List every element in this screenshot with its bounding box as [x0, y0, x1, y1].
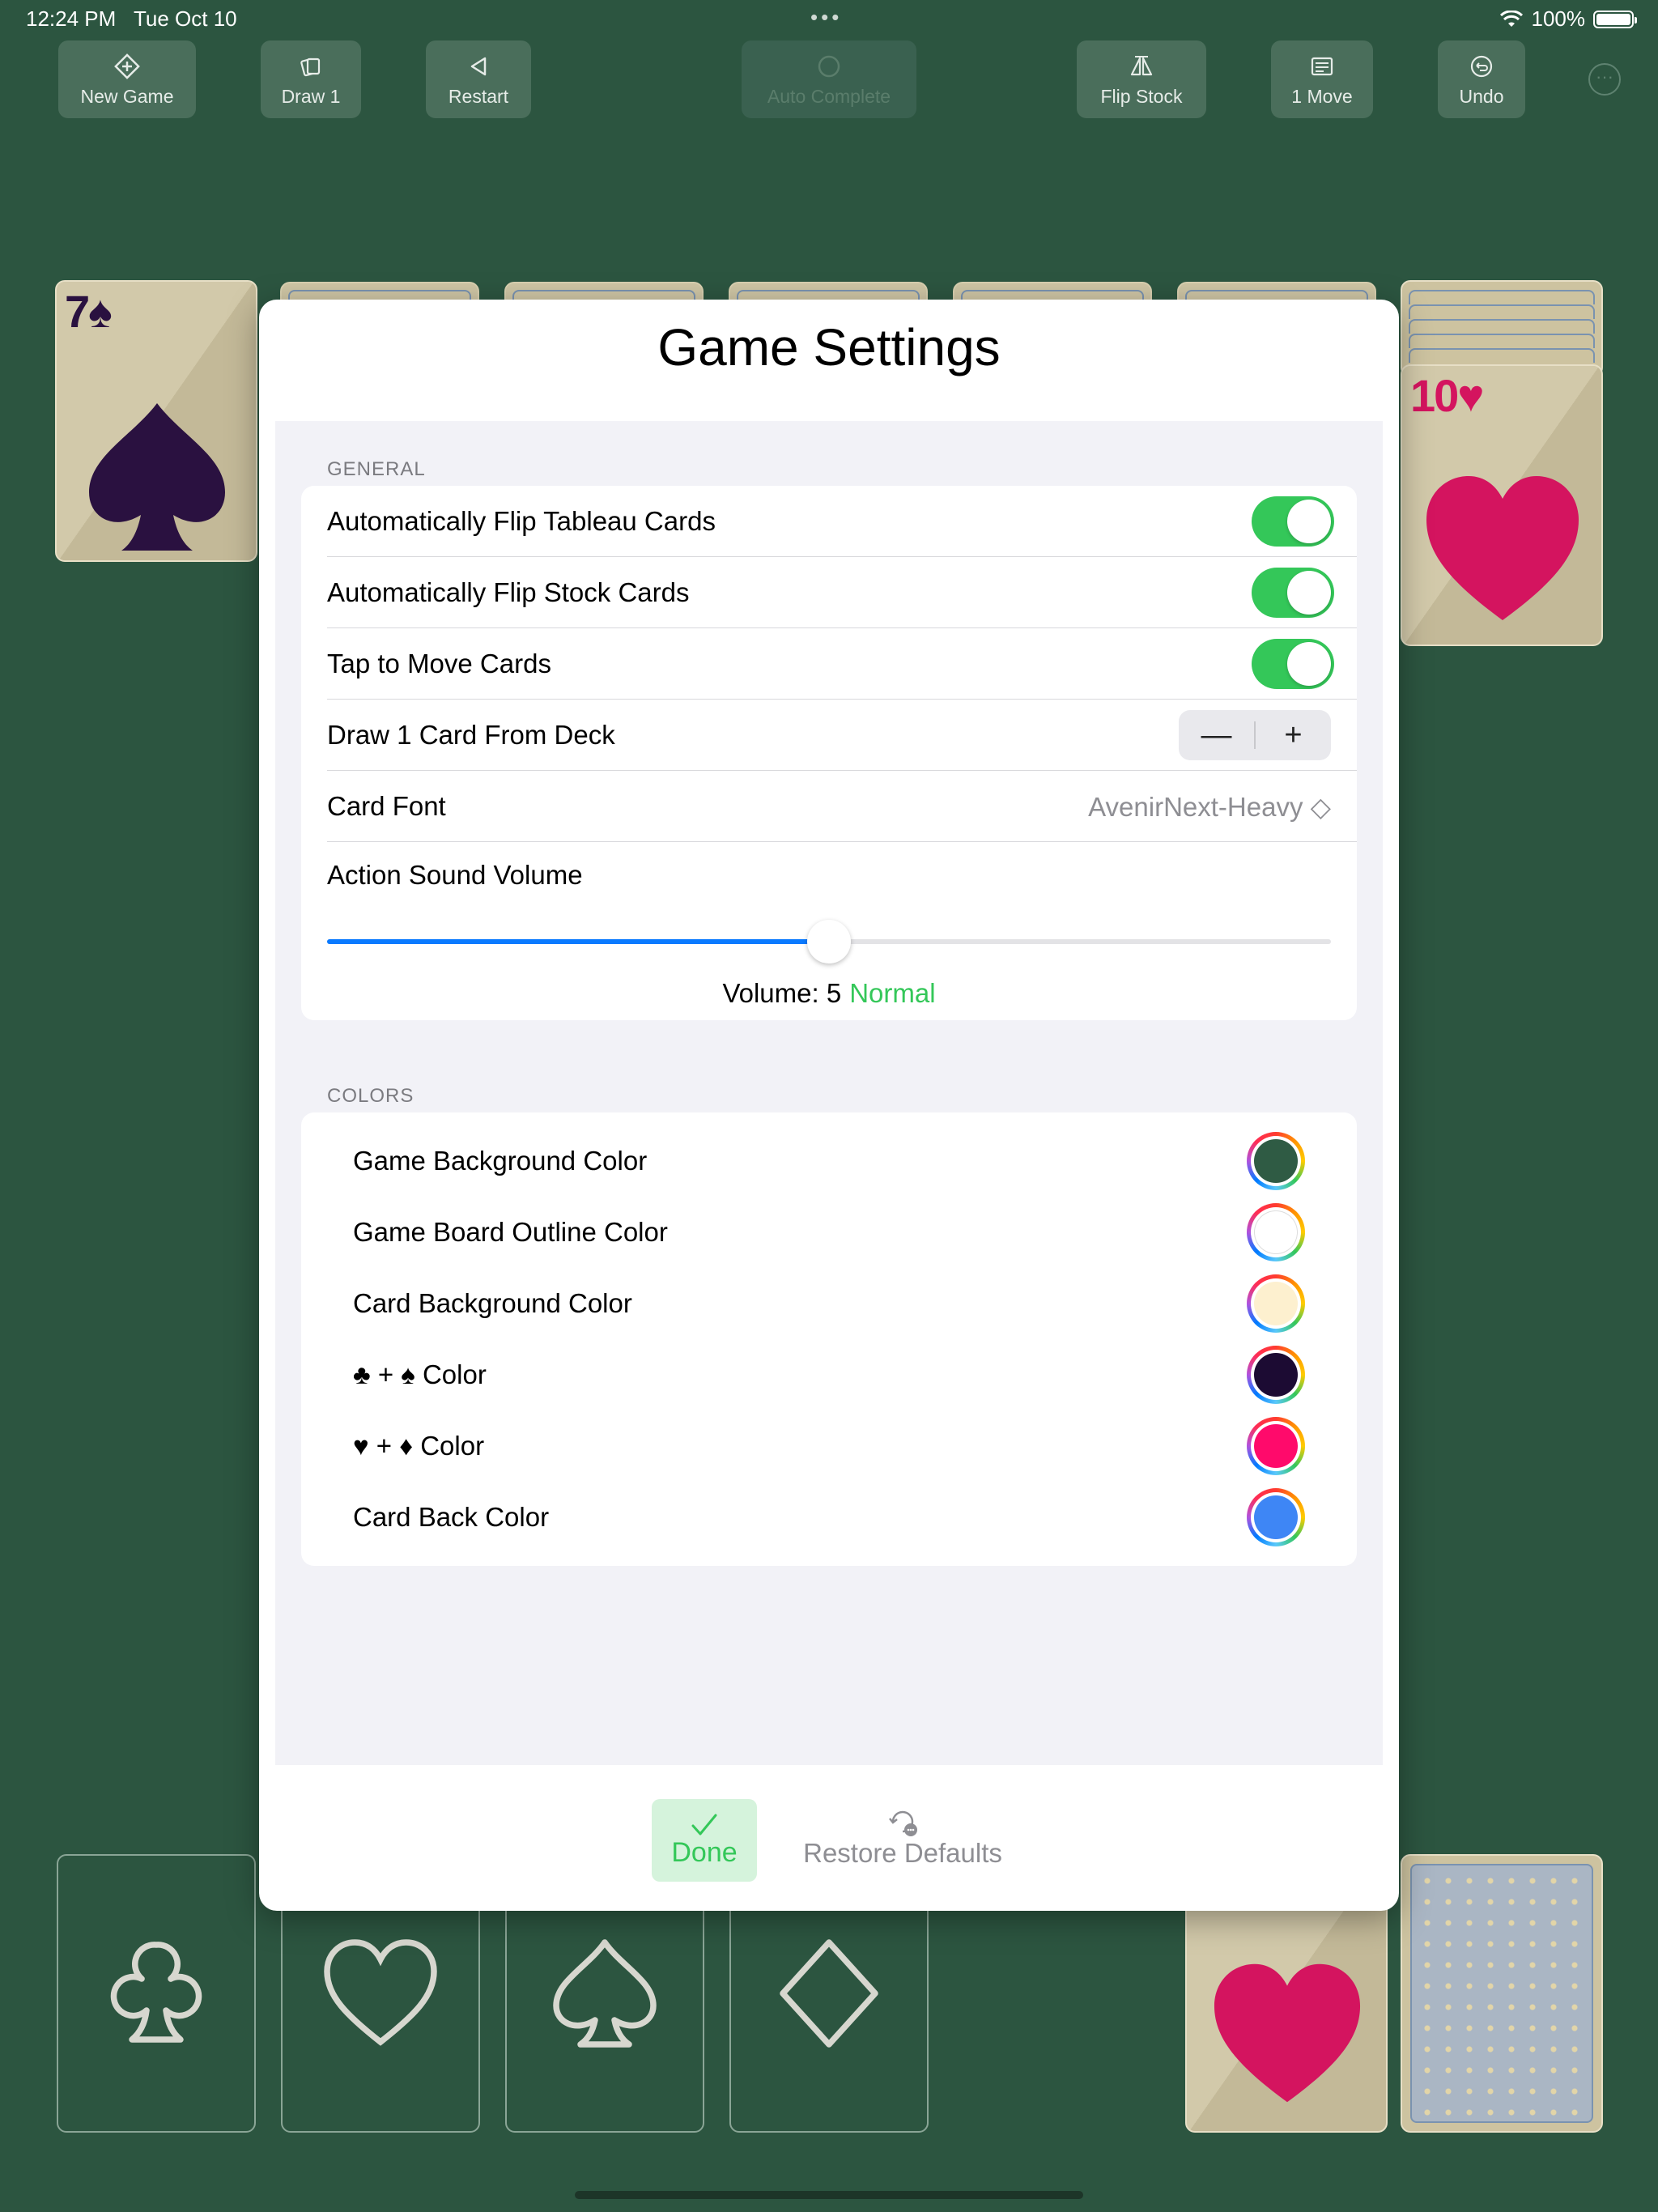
- multitasking-dots[interactable]: •••: [810, 5, 842, 30]
- card-font-label: Card Font: [327, 791, 446, 821]
- tap-to-move-row: Tap to Move Cards: [301, 628, 1357, 700]
- restart-button[interactable]: Restart: [426, 40, 531, 118]
- volume-value: Volume: 5: [722, 978, 842, 1008]
- auto-complete-icon: [818, 55, 840, 77]
- stock-pile[interactable]: [1401, 1854, 1603, 2133]
- tableau-top-card[interactable]: 10♥: [1401, 364, 1603, 646]
- tableau-pile-6[interactable]: 10♥: [1401, 280, 1603, 646]
- auto-flip-tableau-row: Automatically Flip Tableau Cards: [301, 486, 1357, 557]
- modal-title: Game Settings: [657, 318, 1001, 376]
- general-group: Automatically Flip Tableau Cards Automat…: [301, 486, 1357, 1020]
- volume-label: Action Sound Volume: [327, 860, 583, 890]
- flip-stock-button[interactable]: Flip Stock: [1077, 40, 1206, 118]
- settings-list: GENERAL Automatically Flip Tableau Cards…: [275, 421, 1383, 1765]
- status-right: 100%: [1499, 6, 1637, 32]
- auto-flip-tableau-label: Automatically Flip Tableau Cards: [327, 506, 716, 536]
- heart-icon: [1426, 476, 1579, 620]
- volume-slider[interactable]: [327, 920, 1331, 963]
- volume-readout: Volume: 5 Normal: [301, 978, 1357, 1009]
- restore-defaults-button[interactable]: Restore Defaults: [797, 1807, 1008, 1869]
- volume-slider-fill: [327, 939, 829, 944]
- checkmark-icon: [691, 1814, 717, 1835]
- more-options-button[interactable]: ···: [1588, 63, 1621, 96]
- move-count-button[interactable]: 1 Move: [1271, 40, 1373, 118]
- spade-outline-icon: [553, 1939, 657, 2048]
- auto-flip-stock-row: Automatically Flip Stock Cards: [301, 557, 1357, 628]
- cards-stack-icon: [300, 57, 321, 76]
- auto-flip-tableau-toggle[interactable]: [1252, 496, 1334, 547]
- waste-card[interactable]: 7♠: [55, 280, 257, 562]
- heart-outline-icon: [324, 1939, 437, 2046]
- color-well-game-background[interactable]: [1247, 1132, 1305, 1190]
- color-well-black-suits[interactable]: [1247, 1346, 1305, 1404]
- spade-icon: [89, 403, 225, 551]
- color-well-red-suits[interactable]: [1247, 1417, 1305, 1475]
- restore-icon: [889, 1810, 917, 1836]
- back-triangle-icon: [470, 57, 487, 75]
- draw-cards-stepper: — +: [1179, 710, 1331, 760]
- tap-to-move-toggle[interactable]: [1252, 639, 1334, 689]
- heart-icon: [1214, 1963, 1361, 2103]
- status-time: 12:24 PM Tue Oct 10: [26, 6, 237, 31]
- volume-slider-thumb[interactable]: [807, 920, 851, 963]
- card-font-picker[interactable]: AvenirNext-Heavy ◇: [1088, 791, 1331, 823]
- auto-flip-stock-label: Automatically Flip Stock Cards: [327, 577, 690, 607]
- done-button[interactable]: Done: [652, 1799, 757, 1882]
- card-rank: 10♥: [1410, 370, 1485, 421]
- card-font-row[interactable]: Card Font AvenirNext-Heavy ◇: [301, 771, 1357, 842]
- color-row-card-back[interactable]: Card Back Color: [301, 1482, 1357, 1553]
- colors-group: Game Background Color Game Board Outline…: [301, 1112, 1357, 1566]
- card-rank: 7♠: [65, 286, 113, 337]
- battery-percent: 100%: [1531, 6, 1586, 31]
- flip-icon: [1130, 55, 1153, 75]
- draw-cards-row: Draw 1 Card From Deck — +: [301, 700, 1357, 771]
- color-well-card-background[interactable]: [1247, 1274, 1305, 1333]
- club-outline-icon: [110, 1942, 202, 2043]
- color-row-game-background[interactable]: Game Background Color: [301, 1125, 1357, 1197]
- color-well-board-outline[interactable]: [1247, 1203, 1305, 1261]
- foundation-clubs[interactable]: [57, 1854, 256, 2133]
- wifi-icon: [1499, 10, 1523, 27]
- new-game-icon: [114, 53, 140, 79]
- color-row-board-outline[interactable]: Game Board Outline Color: [301, 1197, 1357, 1268]
- tap-to-move-label: Tap to Move Cards: [327, 649, 551, 678]
- status-bar: 12:24 PM Tue Oct 10 ••• 100%: [0, 0, 1658, 39]
- undo-button[interactable]: Undo: [1438, 40, 1525, 118]
- draw-mode-button[interactable]: Draw 1: [261, 40, 361, 118]
- color-row-card-background[interactable]: Card Background Color: [301, 1268, 1357, 1339]
- volume-status: Normal: [849, 978, 936, 1008]
- stepper-minus-button[interactable]: —: [1179, 718, 1254, 753]
- colors-section-header: COLORS: [327, 1085, 414, 1107]
- stepper-plus-button[interactable]: +: [1256, 718, 1331, 753]
- list-icon: [1311, 57, 1333, 75]
- battery-icon: [1593, 10, 1637, 28]
- diamond-outline-icon: [780, 1939, 878, 2048]
- color-well-card-back[interactable]: [1247, 1488, 1305, 1546]
- card-back-pattern: [1410, 1864, 1593, 2123]
- home-indicator[interactable]: [575, 2191, 1083, 2199]
- auto-complete-button[interactable]: Auto Complete: [742, 40, 916, 118]
- auto-flip-stock-toggle[interactable]: [1252, 568, 1334, 618]
- draw-cards-label: Draw 1 Card From Deck: [327, 720, 615, 750]
- new-game-button[interactable]: New Game: [58, 40, 196, 118]
- undo-icon: [1470, 55, 1493, 77]
- color-row-black-suits[interactable]: ♣ + ♠ Color: [301, 1339, 1357, 1410]
- general-section-header: GENERAL: [327, 458, 426, 480]
- volume-row: Action Sound Volume Volume: 5 Normal: [301, 842, 1357, 1020]
- settings-modal: Game Settings GENERAL Automatically Flip…: [259, 300, 1399, 1911]
- color-row-red-suits[interactable]: ♥ + ♦ Color: [301, 1410, 1357, 1482]
